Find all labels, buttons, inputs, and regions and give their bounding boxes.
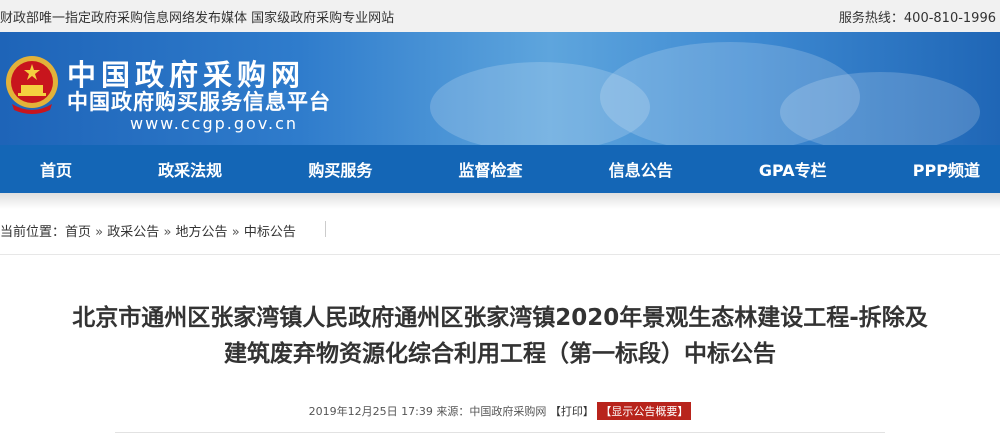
breadcrumb-separator: » (163, 225, 172, 240)
service-hotline: 服务热线：400-810-1996 (838, 11, 996, 26)
print-link[interactable]: 【打印】 (550, 405, 594, 418)
main-navigation: 首页 政采法规 购买服务 监督检查 信息公告 GPA专栏 PPP频道 (0, 145, 1000, 193)
breadcrumb-prefix: 当前位置： (0, 225, 66, 240)
article-title-line-2: 建筑废弃物资源化综合利用工程（第一标段）中标公告 (224, 341, 776, 367)
article-title-line-1: 北京市通州区张家湾镇人民政府通州区张家湾镇2020年景观生态林建设工程-拆除及 (72, 305, 928, 331)
nav-shadow (0, 193, 1000, 209)
breadcrumb: 当前位置：首页 » 政采公告 » 地方公告 » 中标公告 (0, 221, 296, 240)
article-title: 北京市通州区张家湾镇人民政府通州区张家湾镇2020年景观生态林建设工程-拆除及 … (0, 300, 1000, 372)
breadcrumb-home[interactable]: 首页 (65, 225, 91, 240)
cloud-decoration (780, 72, 980, 145)
top-info-bar: 财政部唯一指定政府采购信息网络发布媒体 国家级政府采购专业网站 服务热线：400… (0, 0, 1000, 32)
nav-item-regulations[interactable]: 政采法规 (158, 157, 222, 181)
article-meta: 2019年12月25日 17:39 来源：中国政府采购网 【打印】 【显示公告概… (0, 402, 1000, 420)
breadcrumb-divider (325, 221, 326, 237)
breadcrumb-separator: » (231, 225, 240, 240)
meta-divider (115, 432, 885, 433)
breadcrumb-separator: » (95, 225, 104, 240)
breadcrumb-award-notices[interactable]: 中标公告 (244, 225, 296, 240)
show-summary-button[interactable]: 【显示公告概要】 (597, 402, 692, 420)
breadcrumb-procurement-notices[interactable]: 政采公告 (107, 225, 159, 240)
brand-subtitle: 中国政府购买服务信息平台 (67, 90, 331, 114)
nav-item-gpa[interactable]: GPA专栏 (759, 157, 827, 181)
nav-item-ppp[interactable]: PPP频道 (913, 157, 980, 181)
nav-item-announcements[interactable]: 信息公告 (609, 157, 673, 181)
article-date: 2019年12月25日 17:39 (308, 405, 433, 418)
nav-item-purchase-services[interactable]: 购买服务 (308, 157, 372, 181)
site-banner: 中国政府采购网 中国政府购买服务信息平台 www.ccgp.gov.cn (0, 32, 1000, 145)
site-slogan: 财政部唯一指定政府采购信息网络发布媒体 国家级政府采购专业网站 (0, 11, 395, 26)
section-divider (0, 254, 1000, 255)
nav-item-home[interactable]: 首页 (40, 157, 72, 181)
brand-url: www.ccgp.gov.cn (130, 114, 299, 133)
breadcrumb-local-notices[interactable]: 地方公告 (176, 225, 228, 240)
national-emblem-icon (6, 56, 58, 114)
article-source: 来源：中国政府采购网 (436, 405, 547, 418)
nav-item-supervision[interactable]: 监督检查 (459, 157, 523, 181)
